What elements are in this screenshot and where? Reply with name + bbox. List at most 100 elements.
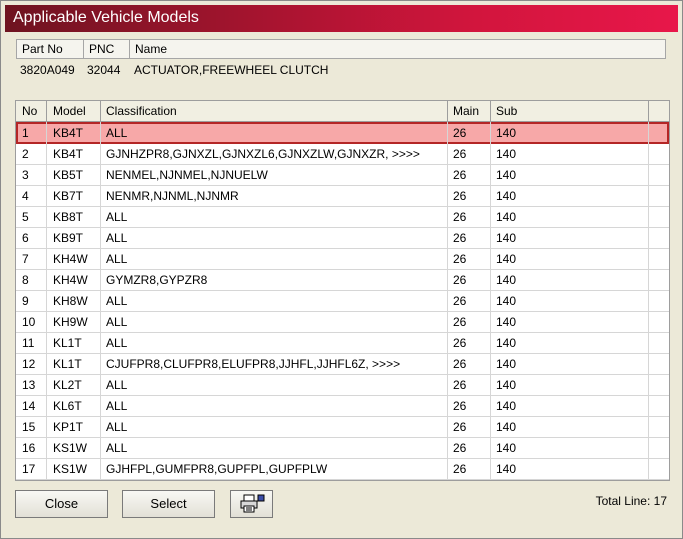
cell-classification: NENMR,NJNML,NJNMR xyxy=(106,189,239,203)
column-divider xyxy=(648,416,649,437)
column-header-no[interactable]: No xyxy=(22,104,37,118)
cell-sub: 140 xyxy=(496,168,517,182)
cell-no: 12 xyxy=(22,357,36,371)
column-divider xyxy=(100,206,101,227)
column-divider xyxy=(648,101,649,121)
column-divider xyxy=(648,122,649,143)
printer-icon xyxy=(240,494,264,513)
column-divider xyxy=(490,395,491,416)
column-divider xyxy=(447,227,448,248)
column-header-main[interactable]: Main xyxy=(453,104,479,118)
cell-classification: GYMZR8,GYPZR8 xyxy=(106,273,208,287)
table-row[interactable]: 8 KH4W GYMZR8,GYPZR8 26 140 xyxy=(16,269,669,291)
column-divider xyxy=(490,101,491,121)
table-row[interactable]: 2 KB4T GJNHZPR8,GJNXZL,GJNXZL6,GJNXZLW,GJN… xyxy=(16,143,669,165)
cell-main: 26 xyxy=(453,399,467,413)
select-button[interactable]: Select xyxy=(122,490,215,518)
column-divider xyxy=(46,101,47,121)
cell-classification: GJNHZPR8,GJNXZL,GJNXZL6,GJNXZLW,GJNXZR, … xyxy=(106,147,420,161)
table-row[interactable]: 6 KB9T ALL 26 140 xyxy=(16,227,669,249)
column-header-model[interactable]: Model xyxy=(53,104,86,118)
cell-sub: 140 xyxy=(496,147,517,161)
column-divider xyxy=(490,458,491,479)
header-divider xyxy=(129,40,130,58)
column-divider xyxy=(490,248,491,269)
cell-main: 26 xyxy=(453,441,467,455)
cell-sub: 140 xyxy=(496,462,517,476)
table-row[interactable]: 12 KL1T CJUFPR8,CLUFPR8,ELUFPR8,JJHFL,JJHF… xyxy=(16,353,669,375)
column-divider xyxy=(46,458,47,479)
column-divider xyxy=(100,227,101,248)
cell-main: 26 xyxy=(453,126,467,140)
table-row[interactable]: 1 KB4T ALL 26 140 xyxy=(16,122,669,144)
cell-model: KB9T xyxy=(53,231,84,245)
column-divider xyxy=(447,395,448,416)
cell-main: 26 xyxy=(453,231,467,245)
cell-classification: ALL xyxy=(106,420,128,434)
cell-model: KB4T xyxy=(53,147,84,161)
cell-main: 26 xyxy=(453,168,467,182)
column-divider xyxy=(490,416,491,437)
cell-model: KH4W xyxy=(53,252,88,266)
table-row[interactable]: 17 KS1W GJHFPL,GUMFPR8,GUPFPL,GUPFPLW 26 140 xyxy=(16,458,669,480)
cell-no: 13 xyxy=(22,378,36,392)
cell-no: 14 xyxy=(22,399,36,413)
table-row[interactable]: 16 KS1W ALL 26 140 xyxy=(16,437,669,459)
cell-no: 5 xyxy=(22,210,29,224)
column-divider xyxy=(648,311,649,332)
cell-no: 10 xyxy=(22,315,36,329)
column-divider xyxy=(46,311,47,332)
pnc-header: PNC xyxy=(89,42,115,56)
cell-classification: ALL xyxy=(106,210,128,224)
table-row[interactable]: 11 KL1T ALL 26 140 xyxy=(16,332,669,354)
column-divider xyxy=(447,122,448,143)
cell-classification: ALL xyxy=(106,336,128,350)
table-row[interactable]: 10 KH9W ALL 26 140 xyxy=(16,311,669,333)
column-header-classification[interactable]: Classification xyxy=(106,104,177,118)
close-button[interactable]: Close xyxy=(15,490,108,518)
column-divider xyxy=(46,290,47,311)
column-divider xyxy=(46,143,47,164)
cell-main: 26 xyxy=(453,357,467,371)
column-header-sub[interactable]: Sub xyxy=(496,104,517,118)
cell-model: KH4W xyxy=(53,273,88,287)
cell-classification: GJHFPL,GUMFPR8,GUPFPL,GUPFPLW xyxy=(106,462,328,476)
table-row[interactable]: 14 KL6T ALL 26 140 xyxy=(16,395,669,417)
cell-no: 8 xyxy=(22,273,29,287)
name-header: Name xyxy=(135,42,168,56)
cell-sub: 140 xyxy=(496,315,517,329)
cell-sub: 140 xyxy=(496,378,517,392)
column-divider xyxy=(46,437,47,458)
window-title: Applicable Vehicle Models xyxy=(13,9,199,26)
table-row[interactable]: 9 KH8W ALL 26 140 xyxy=(16,290,669,312)
cell-sub: 140 xyxy=(496,189,517,203)
table-row[interactable]: 13 KL2T ALL 26 140 xyxy=(16,374,669,396)
table-row[interactable]: 4 KB7T NENMR,NJNML,NJNMR 26 140 xyxy=(16,185,669,207)
cell-main: 26 xyxy=(453,294,467,308)
table-row[interactable]: 3 KB5T NENMEL,NJNMEL,NJNUELW 26 140 xyxy=(16,164,669,186)
vehicle-models-table[interactable]: No Model Classification Main Sub 1 KB4T AL… xyxy=(15,100,670,481)
column-divider xyxy=(447,269,448,290)
column-divider xyxy=(648,458,649,479)
cell-no: 6 xyxy=(22,231,29,245)
column-divider xyxy=(447,332,448,353)
column-divider xyxy=(100,416,101,437)
column-divider xyxy=(490,437,491,458)
table-row[interactable]: 5 KB8T ALL 26 140 xyxy=(16,206,669,228)
table-row[interactable]: 7 KH4W ALL 26 140 xyxy=(16,248,669,270)
column-divider xyxy=(648,206,649,227)
column-divider xyxy=(100,374,101,395)
print-button[interactable] xyxy=(230,490,273,518)
column-divider xyxy=(46,122,47,143)
table-row[interactable]: 15 KP1T ALL 26 140 xyxy=(16,416,669,438)
header-divider xyxy=(83,40,84,58)
cell-main: 26 xyxy=(453,210,467,224)
cell-classification: ALL xyxy=(106,441,128,455)
column-divider xyxy=(490,143,491,164)
cell-main: 26 xyxy=(453,336,467,350)
name-value: ACTUATOR,FREEWHEEL CLUTCH xyxy=(134,63,329,77)
cell-model: KL1T xyxy=(53,336,82,350)
cell-classification: ALL xyxy=(106,252,128,266)
column-divider xyxy=(100,248,101,269)
title-bar[interactable]: Applicable Vehicle Models xyxy=(5,5,678,32)
